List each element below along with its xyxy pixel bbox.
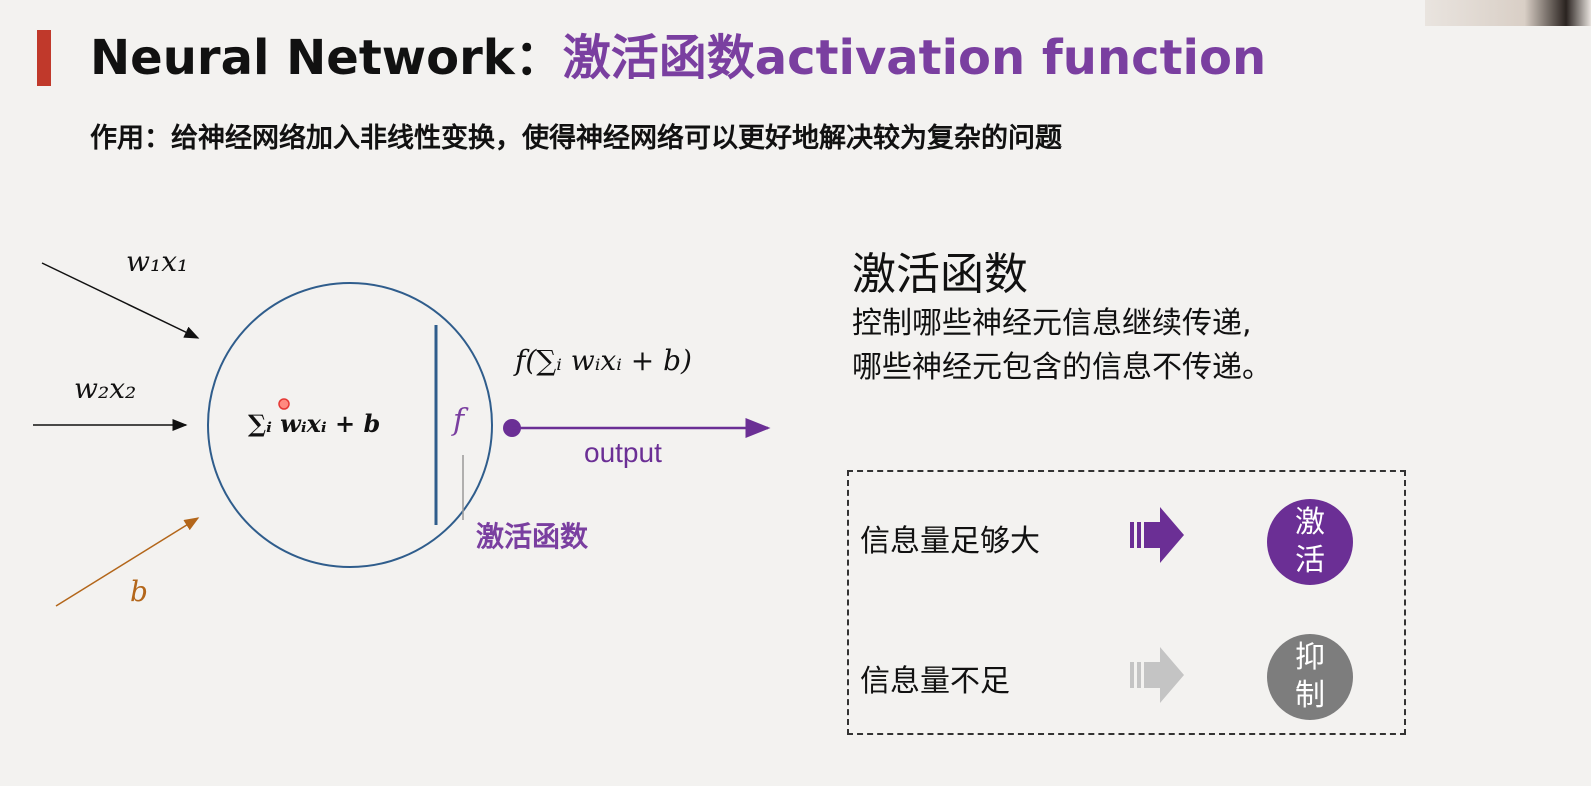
bias-arrow	[55, 517, 200, 607]
input-label-2: w₂x₂	[74, 372, 136, 405]
input-label-1: w₁x₁	[126, 245, 188, 278]
output-formula: f(∑ᵢ wᵢxᵢ + b)	[513, 344, 692, 377]
row-label-small-info: 信息量不足	[860, 664, 1010, 699]
cursor-dot	[278, 398, 290, 410]
inhibit-badge: 抑 制	[1267, 634, 1353, 720]
activate-badge-top: 激	[1295, 505, 1325, 540]
side-heading: 激活函数	[852, 249, 1028, 300]
side-desc-line-1: 控制哪些神经元信息继续传递,	[852, 306, 1252, 341]
activate-badge-bottom: 活	[1295, 543, 1325, 578]
inhibit-badge-bottom: 制	[1295, 678, 1325, 713]
side-desc-line-2: 哪些神经元包含的信息不传递。	[852, 350, 1272, 385]
webcam-overlay	[1425, 0, 1591, 26]
activate-badge: 激 活	[1267, 499, 1353, 585]
side-description: 控制哪些神经元信息继续传递, 哪些神经元包含的信息不传递。	[852, 302, 1272, 390]
f-label: f	[451, 403, 469, 438]
inhibit-badge-top: 抑	[1295, 640, 1325, 675]
neuron-formula: ∑ᵢ wᵢxᵢ + b	[248, 409, 380, 438]
neuron-diagram: w₁x₁ w₂x₂ b ∑ᵢ wᵢxᵢ + b f f(∑ᵢ wᵢxᵢ + b)…	[33, 245, 771, 608]
activation-label: 激活函数	[476, 520, 589, 553]
row-label-large-info: 信息量足够大	[860, 524, 1040, 559]
right-arrow-icon	[1130, 507, 1184, 563]
right-arrow-gray-icon	[1130, 647, 1184, 703]
bias-label: b	[130, 575, 148, 608]
output-label: output	[584, 437, 662, 468]
